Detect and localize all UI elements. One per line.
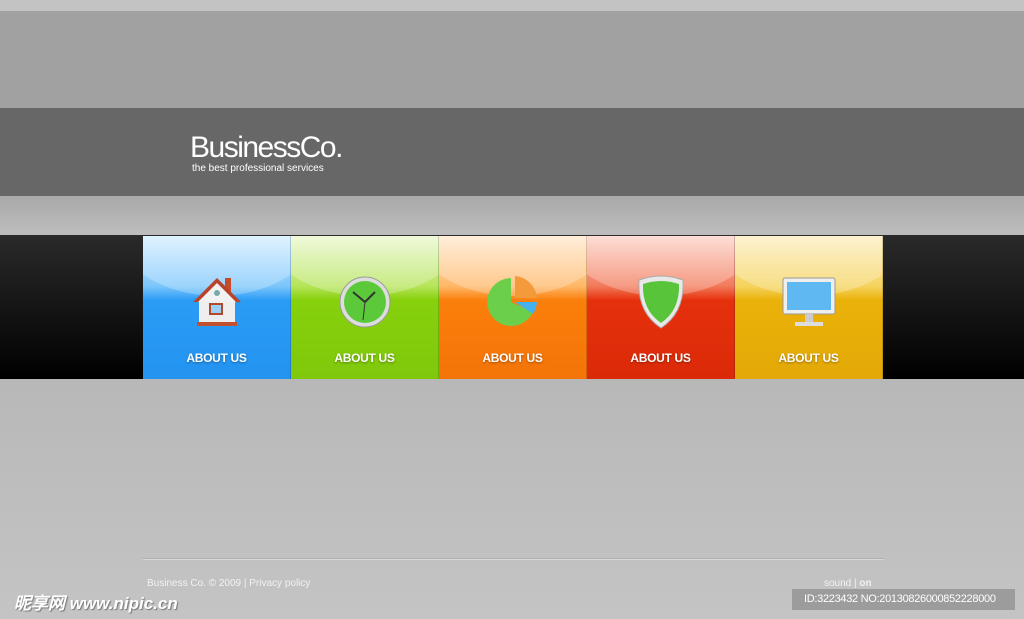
tile-label: ABOUT US — [778, 351, 839, 365]
tile-label: ABOUT US — [482, 351, 543, 365]
nav-tile-5[interactable]: ABOUT US — [735, 236, 883, 379]
house-icon — [193, 278, 241, 326]
watermark-logo: 昵享网 www.nipic.cn — [14, 594, 178, 613]
sound-control: sound | on — [824, 578, 872, 589]
footer-left: Business Co. © 2009 | Privacy policy — [147, 578, 310, 589]
sound-label: sound — [824, 578, 852, 589]
separator: | — [854, 578, 857, 589]
tagline: the best professional services — [192, 163, 324, 174]
logo[interactable]: BusinessCo. the best professional servic… — [190, 131, 343, 175]
nav-tile-2[interactable]: ABOUT US — [291, 236, 439, 379]
tile-label: ABOUT US — [630, 351, 691, 365]
clock-icon — [339, 276, 391, 328]
nav-tiles: ABOUT US ABOUT US ABOUT US ABOUT US ABOU… — [143, 236, 883, 379]
brand-name: BusinessCo. — [190, 131, 343, 164]
sound-toggle[interactable]: on — [859, 578, 871, 589]
tile-label: ABOUT US — [186, 351, 247, 365]
nav-tile-4[interactable]: ABOUT US — [587, 236, 735, 379]
privacy-policy-link[interactable]: Privacy policy — [249, 578, 310, 589]
nav-tile-1[interactable]: ABOUT US — [143, 236, 291, 379]
top-band — [0, 11, 1024, 108]
nav-tile-3[interactable]: ABOUT US — [439, 236, 587, 379]
monitor-icon — [782, 277, 836, 326]
pie-chart-icon — [487, 276, 537, 326]
shield-icon — [638, 275, 684, 329]
sub-band — [0, 196, 1024, 235]
separator: | — [243, 578, 247, 589]
tile-label: ABOUT US — [334, 351, 395, 365]
top-edge — [0, 0, 1024, 11]
copyright: Business Co. © 2009 — [147, 578, 242, 589]
watermark-id: ID:3223432 NO:20130826000852228000 — [792, 589, 1015, 610]
footer-divider — [143, 559, 884, 560]
header: BusinessCo. the best professional servic… — [0, 108, 1024, 196]
